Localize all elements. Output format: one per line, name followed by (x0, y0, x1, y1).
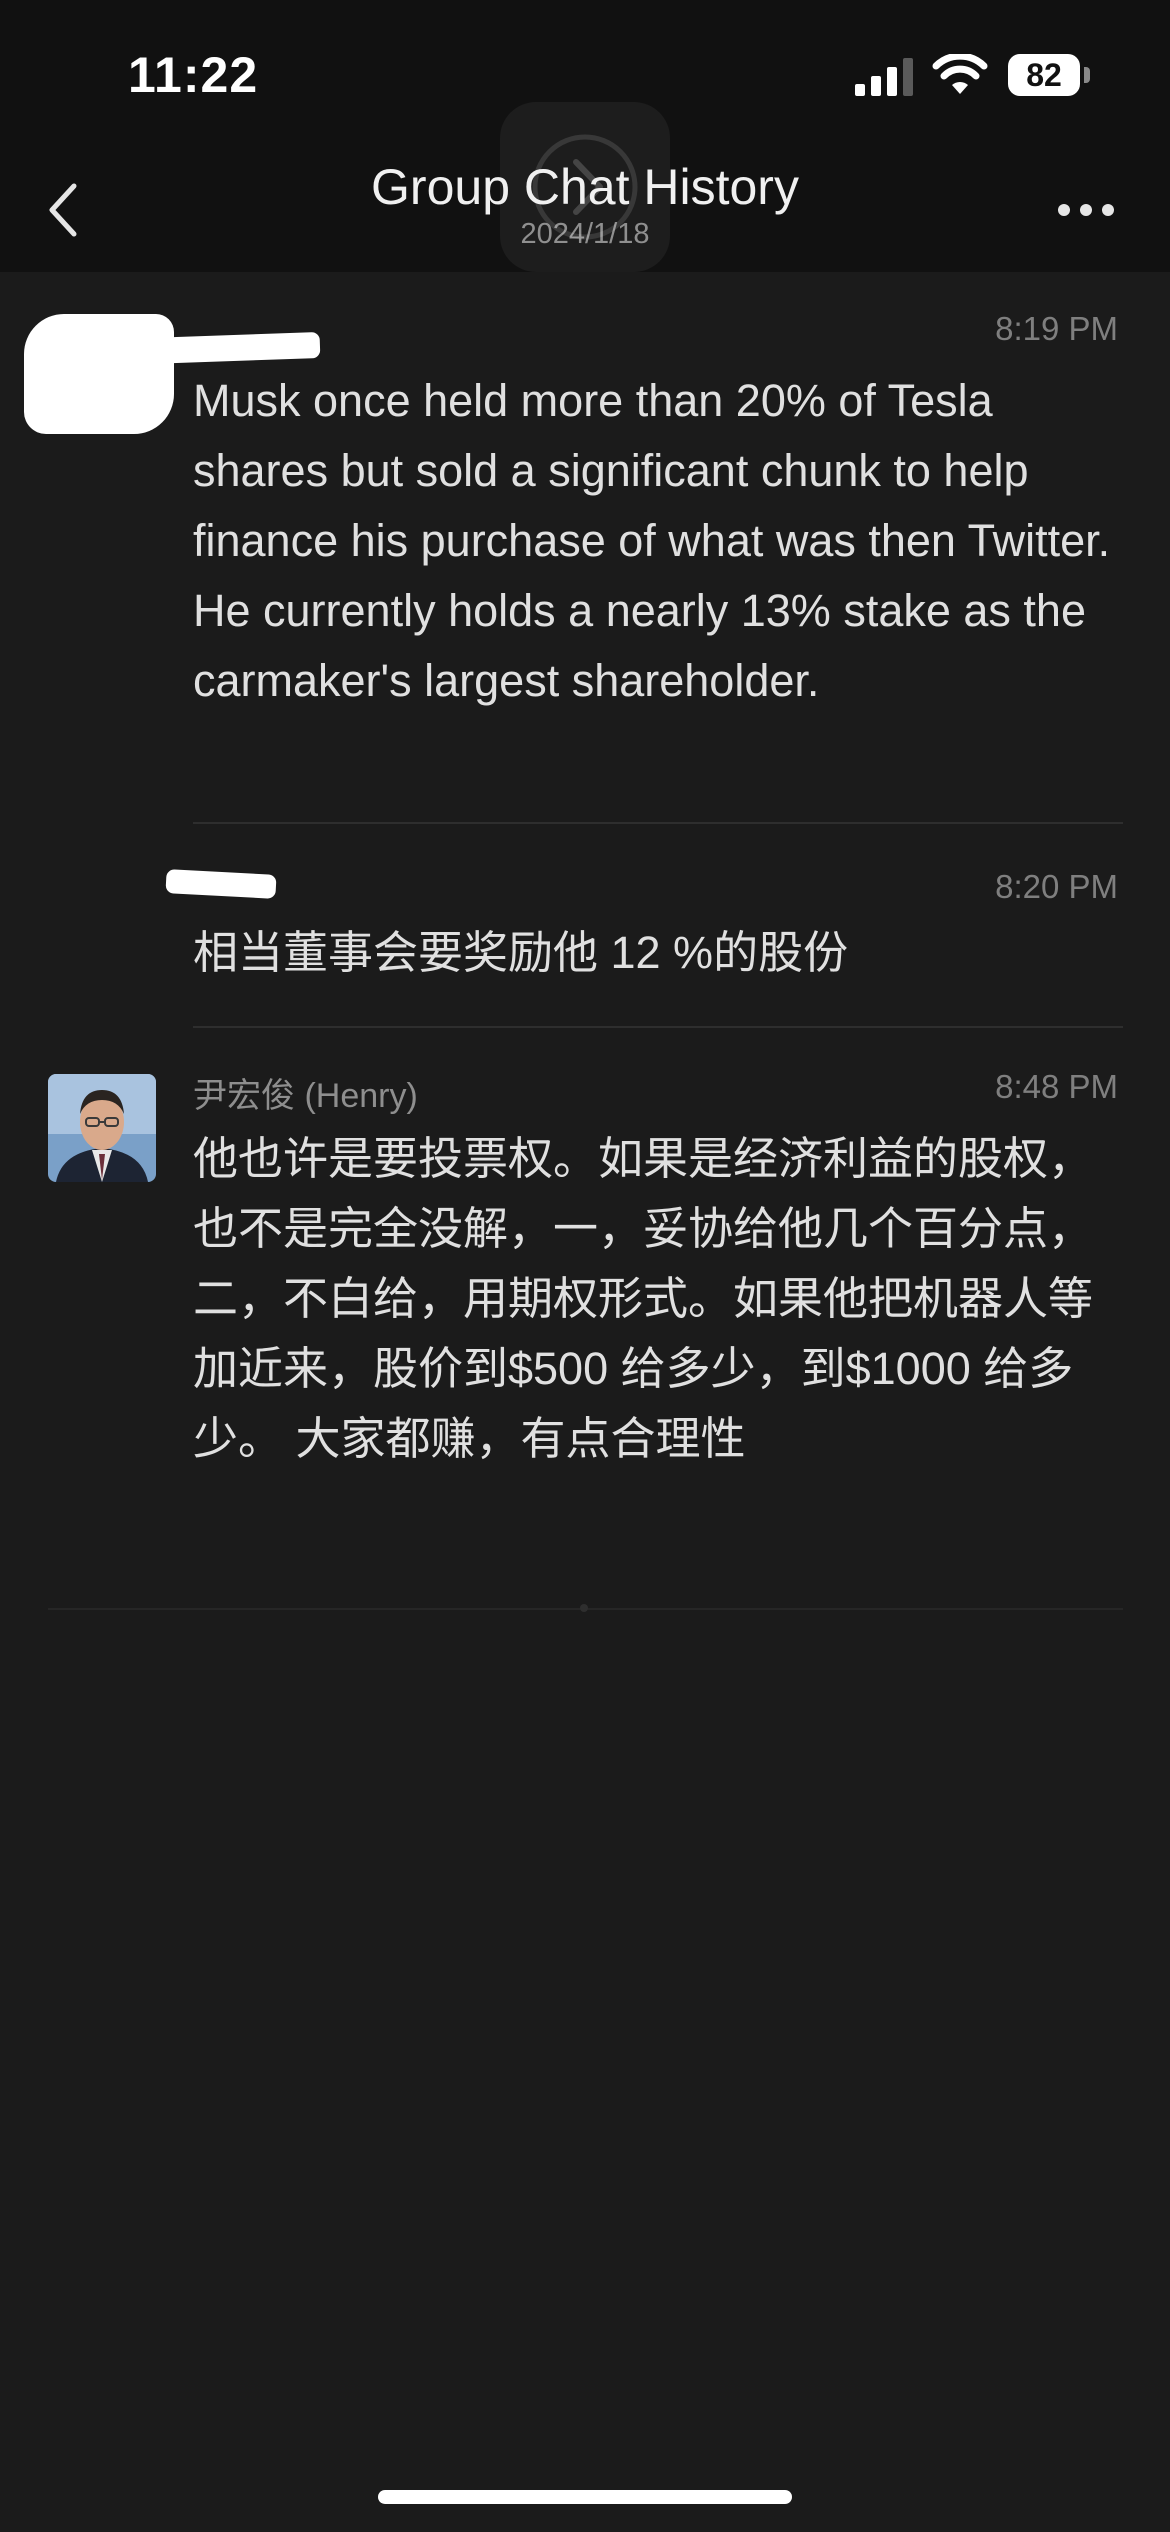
home-indicator[interactable] (378, 2490, 792, 2504)
divider (193, 822, 1123, 824)
message-time: 8:19 PM (995, 310, 1118, 347)
message-time: 8:20 PM (995, 868, 1118, 905)
battery-icon: 82 (1008, 54, 1090, 96)
chat-history-screen: 11:22 82 Group Chat History 2024/1/18 8:… (0, 0, 1170, 2532)
forward-icon (532, 134, 638, 240)
avatar[interactable] (48, 1074, 156, 1182)
wifi-icon (932, 54, 988, 94)
message-time: 8:48 PM (995, 1068, 1118, 1105)
battery-cap (1084, 67, 1090, 83)
signal-icon (855, 58, 913, 96)
message-text: 他也许是要投票权。如果是经济利益的股权，也不是完全没解，一，妥协给他几个百分点，… (193, 1133, 1094, 1464)
end-dot (580, 1604, 588, 1612)
battery-level: 82 (1008, 54, 1080, 96)
avatar-photo (48, 1074, 156, 1182)
avatar-redacted (24, 314, 174, 434)
status-time: 11:22 (128, 47, 259, 103)
message-text: 相当董事会要奖励他 12 %的股份 (193, 927, 849, 978)
sender-name: 尹宏俊 (Henry) (193, 1077, 418, 1115)
message-text: Musk once held more than 20% of Tesla sh… (193, 375, 1111, 706)
more-icon[interactable] (1056, 202, 1116, 218)
sender-redacted (165, 869, 277, 899)
forward-overlay (500, 102, 670, 272)
divider (193, 1026, 1123, 1028)
